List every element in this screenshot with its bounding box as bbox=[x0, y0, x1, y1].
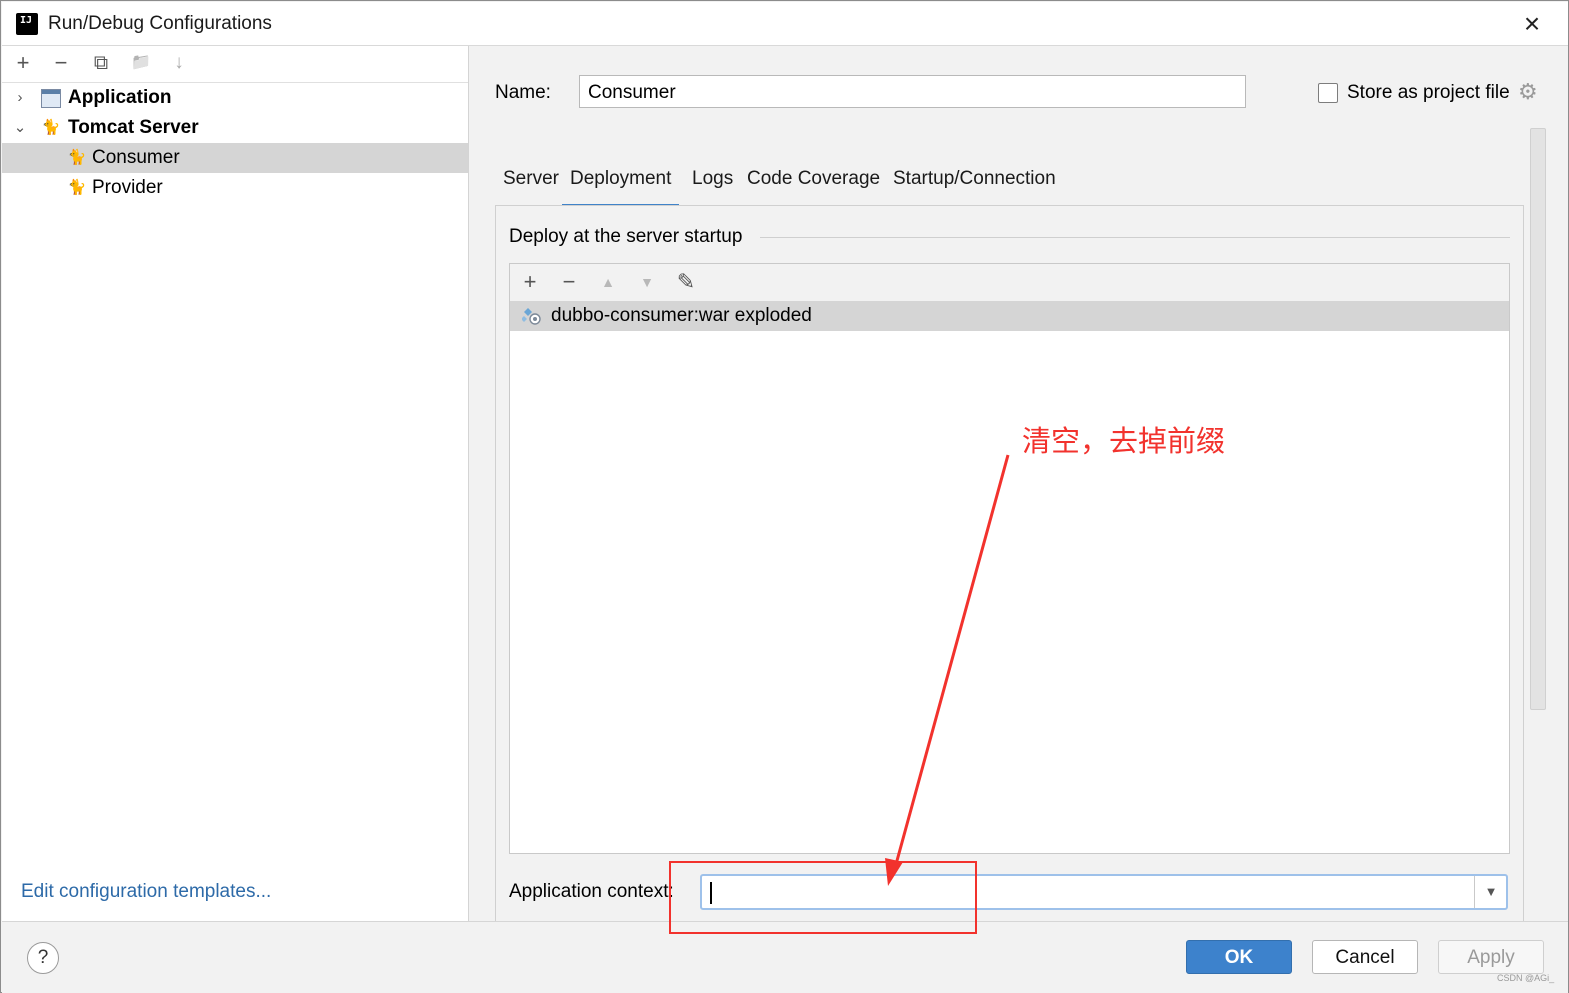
dialog-window: IJ Run/Debug Configurations × + − ⧉ 📁 ↓ … bbox=[0, 0, 1569, 993]
edit-configuration-templates-link[interactable]: Edit configuration templates... bbox=[21, 881, 271, 903]
vertical-scrollbar[interactable] bbox=[1530, 128, 1546, 710]
tree-item-provider[interactable]: 🐈 Provider bbox=[2, 173, 468, 203]
section-divider bbox=[760, 237, 1510, 238]
chevron-down-icon[interactable]: ▼ bbox=[1474, 876, 1507, 908]
store-as-project-file-checkbox[interactable] bbox=[1318, 83, 1338, 103]
tab-deployment[interactable]: Deployment bbox=[562, 168, 680, 207]
window-title: Run/Debug Configurations bbox=[48, 13, 272, 34]
application-config-icon bbox=[41, 89, 61, 108]
configuration-details-panel: Name: Consumer Store as project file ⚙ S… bbox=[469, 46, 1568, 927]
watermark: CSDN @AGi_ bbox=[1497, 973, 1555, 983]
name-input[interactable]: Consumer bbox=[579, 75, 1246, 108]
sort-icon[interactable]: ↓ bbox=[167, 51, 191, 75]
close-button[interactable]: × bbox=[1514, 10, 1550, 40]
artifact-name: dubbo-consumer:war exploded bbox=[551, 305, 812, 326]
artifact-list: + − ▲ ▼ ✎ dubbo-consumer:war exploded bbox=[509, 263, 1510, 854]
ok-button[interactable]: OK bbox=[1186, 940, 1292, 974]
tree-item-label: Tomcat Server bbox=[68, 117, 199, 138]
gear-icon[interactable]: ⚙ bbox=[1518, 81, 1538, 103]
copy-configuration-icon[interactable]: ⧉ bbox=[89, 51, 113, 75]
new-folder-icon[interactable]: 📁 bbox=[129, 51, 153, 75]
tree-item-label: Provider bbox=[92, 177, 163, 198]
move-up-icon[interactable]: ▲ bbox=[596, 270, 620, 294]
deploy-section-title: Deploy at the server startup bbox=[509, 226, 743, 247]
name-label: Name: bbox=[495, 82, 551, 103]
remove-artifact-icon[interactable]: − bbox=[557, 270, 581, 294]
artifact-exploded-icon bbox=[522, 308, 541, 325]
tomcat-icon: 🐈 bbox=[67, 179, 87, 196]
cancel-button[interactable]: Cancel bbox=[1312, 940, 1418, 974]
edit-artifact-icon[interactable]: ✎ bbox=[674, 270, 698, 294]
tab-startup-connection[interactable]: Startup/Connection bbox=[893, 168, 1056, 204]
add-artifact-icon[interactable]: + bbox=[518, 270, 542, 294]
tab-code-coverage[interactable]: Code Coverage bbox=[747, 168, 880, 204]
annotation-highlight-box bbox=[669, 861, 977, 934]
tree-toolbar: + − ⧉ 📁 ↓ bbox=[2, 46, 468, 83]
artifact-list-item[interactable]: dubbo-consumer:war exploded bbox=[510, 301, 1509, 331]
title-bar: IJ Run/Debug Configurations × bbox=[2, 2, 1568, 46]
tomcat-icon: 🐈 bbox=[67, 149, 87, 166]
remove-configuration-icon[interactable]: − bbox=[49, 51, 73, 75]
intellij-app-icon: IJ bbox=[13, 10, 41, 38]
store-as-project-file-label[interactable]: Store as project file bbox=[1347, 82, 1510, 104]
help-button[interactable]: ? bbox=[27, 942, 59, 974]
tree-item-tomcat-server[interactable]: ⌄ 🐈 Tomcat Server bbox=[2, 113, 468, 143]
annotation-callout-text: 清空，去掉前缀 bbox=[1022, 424, 1226, 458]
tab-server[interactable]: Server bbox=[503, 168, 559, 204]
tree-item-label: Application bbox=[68, 87, 172, 108]
tab-logs[interactable]: Logs bbox=[692, 168, 733, 204]
add-configuration-icon[interactable]: + bbox=[11, 51, 35, 75]
apply-button[interactable]: Apply bbox=[1438, 940, 1544, 974]
tree-item-consumer[interactable]: 🐈 Consumer bbox=[2, 143, 468, 173]
configuration-tree-panel: + − ⧉ 📁 ↓ › Application ⌄ 🐈 Tomcat Serve… bbox=[2, 46, 469, 921]
chevron-right-icon[interactable]: › bbox=[12, 83, 28, 113]
tree-item-label: Consumer bbox=[92, 147, 180, 168]
application-context-label: Application context: bbox=[509, 881, 674, 902]
tomcat-icon: 🐈 bbox=[41, 119, 61, 136]
tree-item-application[interactable]: › Application bbox=[2, 83, 468, 113]
artifact-toolbar: + − ▲ ▼ ✎ bbox=[510, 264, 1509, 302]
chevron-down-icon[interactable]: ⌄ bbox=[12, 113, 28, 143]
move-down-icon[interactable]: ▼ bbox=[635, 270, 659, 294]
deployment-tab-content: Deploy at the server startup + − ▲ ▼ ✎ d… bbox=[495, 205, 1524, 927]
